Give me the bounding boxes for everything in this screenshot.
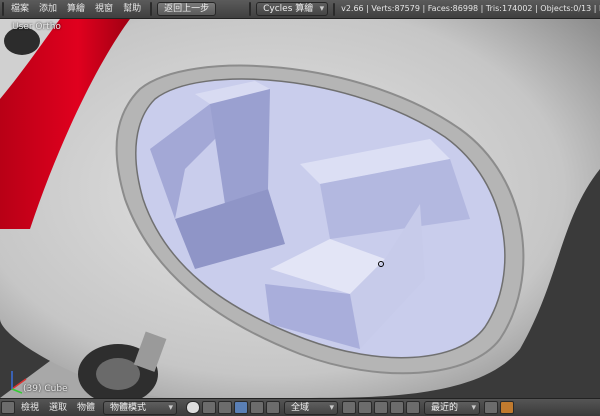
view-label: User Ortho [12,22,61,32]
layer-icon[interactable] [342,401,356,414]
magnet-icon[interactable] [406,401,420,414]
layer-icon-3[interactable] [374,401,388,414]
menu-render[interactable]: 算繪 [62,0,90,18]
layer-icon-2[interactable] [358,401,372,414]
snap-target-dropdown[interactable]: 最近的 [424,401,480,415]
render-icon[interactable] [484,401,498,414]
editor-type-icon[interactable] [1,401,15,414]
3d-viewport[interactable]: User Ortho (39) Cube [0,19,600,398]
scene-icon[interactable] [249,2,251,16]
scene-stats: v2.66 | Verts:87579 | Faces:86998 | Tris… [341,0,600,18]
info-header: 檔案 添加 算繪 視窗 幫助 返回上一步 Cycles 算繪 v2.66 | V… [0,0,600,19]
menu-file[interactable]: 檔案 [6,0,34,18]
scene-render [0,19,600,398]
menu-select[interactable]: 選取 [44,399,72,416]
menu-window[interactable]: 視窗 [90,0,118,18]
editor-type-icon[interactable] [2,2,4,16]
menu-help[interactable]: 幫助 [118,0,146,18]
menu-object[interactable]: 物體 [72,399,100,416]
lock-icon[interactable] [390,401,404,414]
pivot-icon[interactable] [202,401,216,414]
orientation-dropdown[interactable]: 全域 [284,401,338,415]
scale-icon[interactable] [266,401,280,414]
shading-icon[interactable] [186,401,200,414]
undo-history-button[interactable]: 返回上一步 [157,2,216,16]
manipulator-icon[interactable] [218,401,232,414]
menu-view[interactable]: 檢視 [16,399,44,416]
3d-view-header: 檢視 選取 物體 物體模式 全域 最近的 [0,398,600,416]
active-object-label: (39) Cube [23,384,68,394]
wheel-hub [96,358,140,390]
translate-icon[interactable] [234,401,248,414]
menu-add[interactable]: 添加 [34,0,62,18]
rotate-icon[interactable] [250,401,264,414]
blender-logo-icon [333,3,335,16]
mode-dropdown[interactable]: 物體模式 [103,401,177,415]
render-engine-dropdown[interactable]: Cycles 算繪 [256,2,328,16]
render-anim-icon[interactable] [500,401,514,414]
screen-layout-icon[interactable] [150,2,152,16]
